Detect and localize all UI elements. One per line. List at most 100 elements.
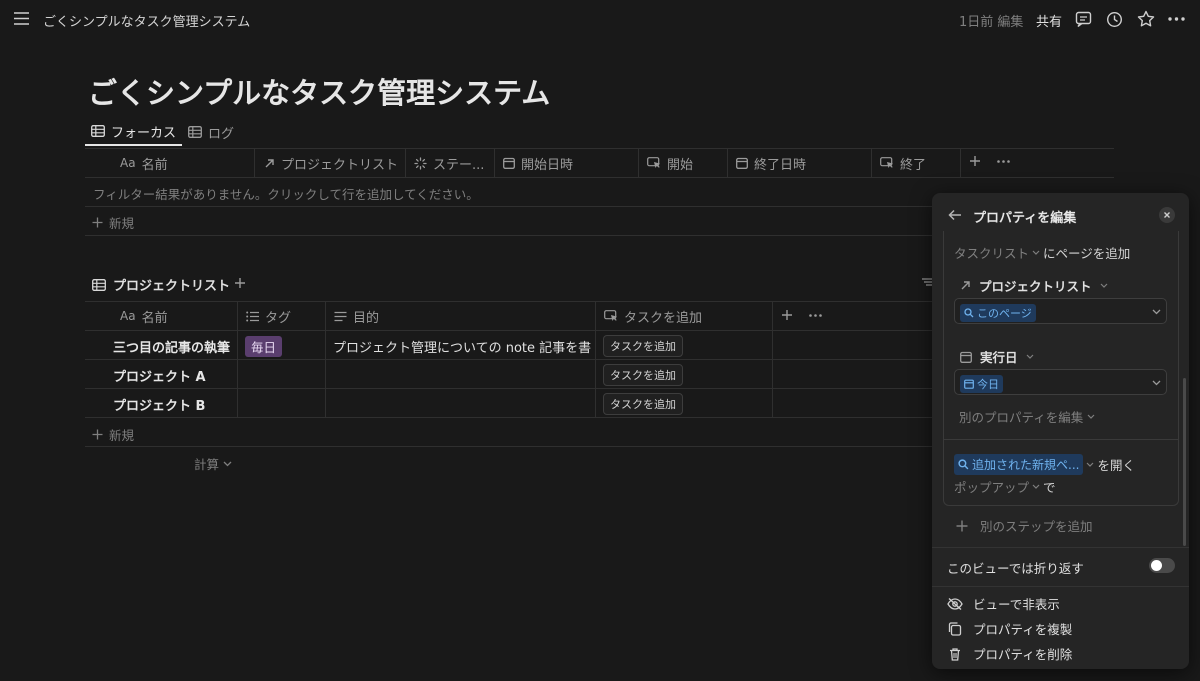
- add-view-plus-icon[interactable]: [234, 277, 246, 289]
- new-row-button[interactable]: 新規: [92, 213, 134, 232]
- execution-date-value-select[interactable]: 今日: [954, 369, 1167, 395]
- wrap-toggle[interactable]: [1149, 558, 1175, 573]
- divider: [85, 359, 935, 360]
- menu-item-duplicate-property[interactable]: プロパティを複製: [947, 619, 1072, 638]
- panel-scrollbar[interactable]: [1183, 378, 1186, 546]
- row-name-cell[interactable]: 三つ目の記事の執筆: [113, 337, 236, 356]
- text-type-icon: Aa: [120, 309, 136, 323]
- text-lines-icon: [334, 311, 347, 322]
- row-name-cell[interactable]: プロジェクト A: [113, 366, 236, 385]
- column-header-name[interactable]: Aa 名前: [120, 154, 252, 172]
- divider: [85, 177, 1114, 178]
- comment-icon[interactable]: [1075, 11, 1092, 28]
- table-icon: [92, 278, 106, 291]
- add-task-button[interactable]: タスクを追加: [603, 335, 683, 357]
- column-header-add-task[interactable]: タスクを追加: [604, 307, 770, 325]
- column-header-name[interactable]: Aa 名前: [120, 307, 235, 325]
- divider: [85, 388, 935, 389]
- property-execution-date[interactable]: 実行日: [960, 347, 1034, 366]
- view-tabs: フォーカス ログ: [85, 118, 240, 148]
- calendar-icon: [736, 157, 748, 169]
- chevron-down-icon: [1032, 250, 1040, 255]
- open-page-action[interactable]: 追加された新規ペ... を開く: [954, 454, 1135, 475]
- page-title[interactable]: ごくシンプルなタスク管理システム: [88, 70, 550, 112]
- chevron-down-icon: [223, 461, 232, 467]
- project-list-view-title[interactable]: プロジェクトリスト: [92, 275, 230, 294]
- chevron-down-icon: [1087, 414, 1095, 419]
- column-divider: [325, 301, 326, 417]
- new-row-button[interactable]: 新規: [92, 425, 134, 444]
- add-page-to-database[interactable]: タスクリスト にページを追加: [954, 243, 1130, 262]
- column-more-icon[interactable]: [809, 314, 822, 317]
- menu-item-hide-in-view[interactable]: ビューで非表示: [947, 594, 1060, 613]
- menu-item-delete-property[interactable]: プロパティを削除: [947, 644, 1072, 663]
- open-target-chip[interactable]: 追加された新規ペ...: [954, 454, 1084, 475]
- divider: [85, 446, 935, 447]
- chevron-down-icon: [1026, 354, 1034, 359]
- button-cursor-icon: [604, 310, 618, 322]
- chevron-down-icon: [1086, 462, 1094, 467]
- breadcrumb[interactable]: ごくシンプルなタスク管理システム: [43, 11, 250, 30]
- filter-icon[interactable]: [922, 278, 932, 286]
- wrap-in-view-label: このビューでは折り返す: [947, 561, 1084, 576]
- column-header-purpose[interactable]: 目的: [334, 307, 594, 325]
- calculate-button[interactable]: 計算: [194, 454, 232, 473]
- search-icon: [958, 459, 969, 470]
- tab-label: ログ: [208, 126, 235, 142]
- purpose-cell[interactable]: プロジェクト管理についての note 記事を書く: [333, 337, 591, 356]
- share-button[interactable]: 共有: [1036, 11, 1062, 30]
- more-options-icon[interactable]: [1168, 17, 1185, 21]
- menu-icon[interactable]: [13, 11, 30, 26]
- history-clock-icon[interactable]: [1106, 11, 1123, 28]
- column-divider: [595, 301, 596, 417]
- column-header-start[interactable]: 開始: [647, 154, 727, 172]
- divider: [944, 439, 1178, 440]
- table-icon: [188, 126, 202, 138]
- plus-icon: [92, 217, 103, 228]
- column-header-start-datetime[interactable]: 開始日時: [503, 154, 637, 172]
- add-task-button[interactable]: タスクを追加: [603, 364, 683, 386]
- column-divider: [254, 148, 255, 177]
- column-header-end-datetime[interactable]: 終了日時: [736, 154, 870, 172]
- favorite-star-icon[interactable]: [1137, 10, 1155, 28]
- tab-log[interactable]: ログ: [182, 118, 240, 146]
- open-mode-action[interactable]: ポップアップ で: [954, 477, 1056, 496]
- column-header-project-list[interactable]: プロジェクトリスト: [264, 154, 404, 172]
- add-task-button[interactable]: タスクを追加: [603, 393, 683, 415]
- chevron-down-icon: [1152, 380, 1161, 386]
- tab-focus[interactable]: フォーカス: [85, 118, 183, 146]
- divider: [85, 235, 935, 236]
- row-name-cell[interactable]: プロジェクト B: [113, 395, 236, 414]
- column-more-icon[interactable]: [997, 160, 1010, 163]
- value-chip: このページ: [960, 304, 1036, 322]
- panel-title: プロパティを編集: [973, 211, 1077, 226]
- calendar-icon: [960, 351, 972, 363]
- column-header-end[interactable]: 終了: [880, 154, 960, 172]
- edit-other-property-button[interactable]: 別のプロパティを編集: [959, 407, 1095, 426]
- button-cursor-icon: [647, 157, 661, 169]
- status-icon: [414, 156, 427, 170]
- empty-filter-message[interactable]: フィルター結果がありません。クリックして行を追加してください。: [93, 184, 479, 203]
- trash-icon: [947, 647, 963, 661]
- column-divider: [405, 148, 406, 177]
- column-divider: [727, 148, 728, 177]
- column-divider: [494, 148, 495, 177]
- relation-arrow-icon: [264, 158, 275, 169]
- column-divider: [772, 301, 773, 417]
- back-arrow-icon[interactable]: [948, 209, 962, 221]
- close-icon[interactable]: [1159, 207, 1175, 223]
- add-step-button[interactable]: 別のステップを追加: [956, 516, 1093, 535]
- add-column-plus-icon[interactable]: [969, 155, 981, 167]
- calendar-icon: [503, 157, 515, 169]
- add-column-plus-icon[interactable]: [781, 309, 793, 321]
- chevron-down-icon: [1032, 484, 1040, 489]
- top-bar: ごくシンプルなタスク管理システム 1日前 編集 共有: [0, 0, 1200, 38]
- column-header-status[interactable]: ステー...: [414, 154, 494, 172]
- column-header-tag[interactable]: タグ: [246, 307, 324, 325]
- property-project-list[interactable]: プロジェクトリスト: [960, 276, 1108, 295]
- tag-badge[interactable]: 毎日: [245, 336, 283, 357]
- project-list-value-select[interactable]: このページ: [954, 298, 1167, 324]
- plus-icon: [956, 520, 968, 532]
- divider: [85, 301, 935, 302]
- divider: [85, 330, 935, 331]
